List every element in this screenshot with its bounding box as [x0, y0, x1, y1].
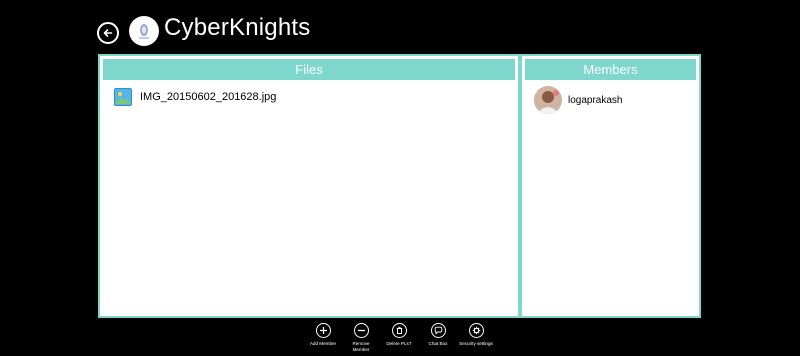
chat-icon — [430, 323, 446, 338]
file-item-name: IMG_20150602_201628.jpg — [140, 91, 277, 103]
image-file-icon — [114, 88, 132, 106]
group-logo — [129, 16, 159, 46]
members-panel: Members logaprakash — [520, 54, 701, 318]
arrow-left-icon — [103, 29, 113, 37]
security-settings-label: Security settings — [459, 341, 493, 346]
minus-icon — [353, 323, 369, 338]
chat-box-label: Chat Box — [428, 341, 448, 346]
page-title: CyberKnights — [164, 14, 311, 41]
file-item[interactable]: IMG_20150602_201628.jpg — [114, 88, 276, 106]
files-panel: Files IMG_20150602_201628.jpg — [98, 54, 520, 318]
group-logo-icon — [139, 24, 149, 39]
members-panel-header: Members — [525, 59, 696, 80]
files-panel-header: Files — [103, 59, 515, 80]
delete-plst-label: Delete PLsT — [386, 341, 412, 346]
remove-member-label: Remove Member — [352, 341, 370, 352]
trash-icon — [391, 323, 407, 338]
member-name: logaprakash — [568, 94, 623, 106]
plus-icon — [315, 323, 331, 338]
back-button[interactable] — [97, 22, 119, 44]
add-member-label: Add Member — [309, 341, 337, 346]
app-bar: Add Member Remove Member Delete PLsT Cha… — [0, 318, 800, 356]
gear-icon — [468, 323, 484, 338]
security-settings-button[interactable]: Security settings — [453, 323, 499, 347]
avatar — [534, 86, 562, 114]
member-item[interactable]: logaprakash — [534, 86, 622, 114]
